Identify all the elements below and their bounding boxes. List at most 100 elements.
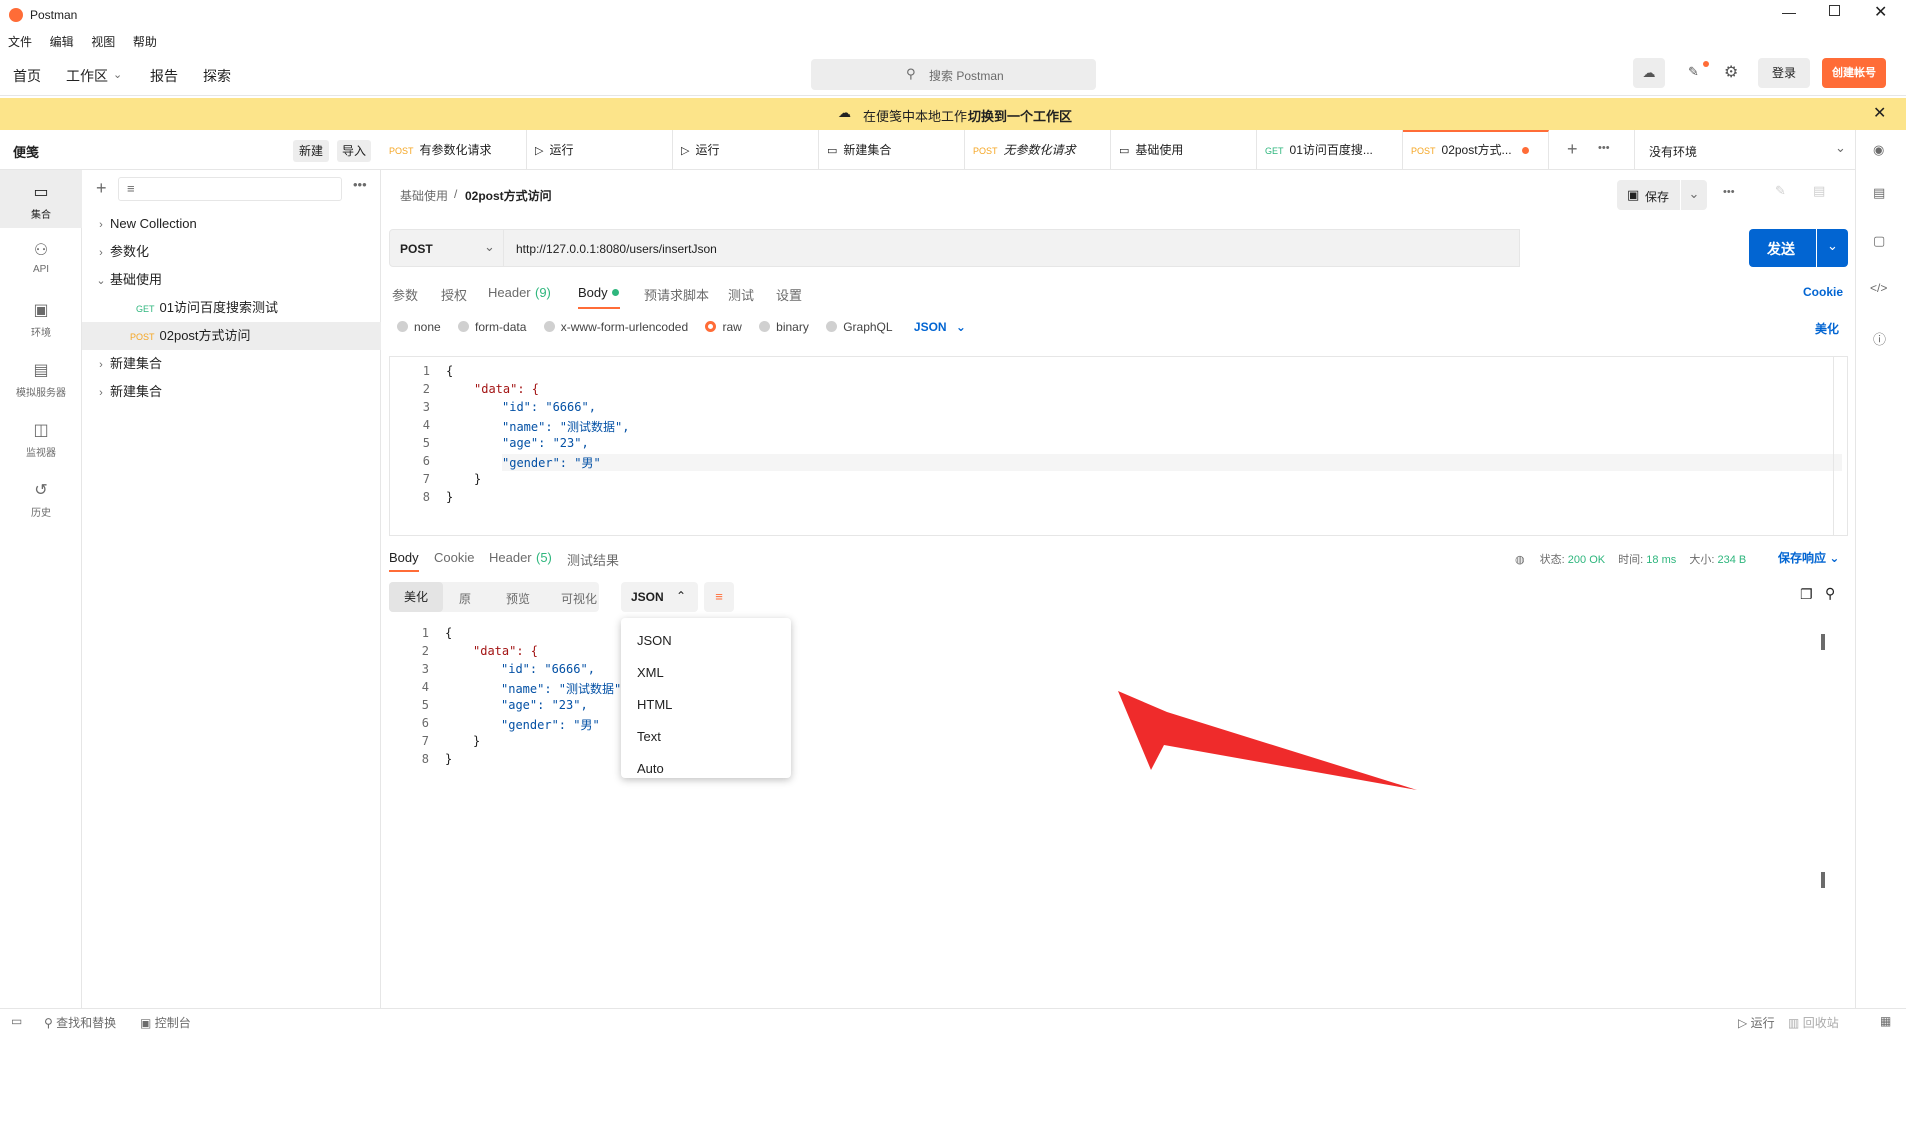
- body-format-select[interactable]: JSON ⌄: [914, 320, 966, 334]
- tab-more-icon[interactable]: •••: [1598, 142, 1610, 154]
- resp-tab-cookie[interactable]: Cookie: [434, 550, 474, 565]
- send-button[interactable]: 发送: [1749, 229, 1816, 267]
- find-replace-button[interactable]: ⚲ 查找和替换: [44, 1014, 116, 1031]
- comments-icon[interactable]: ▢: [1873, 233, 1885, 249]
- resp-tab-body[interactable]: Body: [389, 550, 419, 565]
- more-options-icon[interactable]: •••: [353, 177, 367, 192]
- tab-basic-usage[interactable]: ▭ 基础使用: [1111, 130, 1257, 170]
- cookie-link[interactable]: Cookie: [1803, 285, 1843, 299]
- eye-icon[interactable]: ◉: [1873, 142, 1884, 158]
- tab-auth[interactable]: 授权: [441, 285, 467, 304]
- dropdown-option-html[interactable]: HTML: [637, 697, 672, 712]
- cloud-sync-icon[interactable]: ☁: [1633, 58, 1665, 88]
- nav-explore[interactable]: 探索: [203, 66, 231, 86]
- maximize-icon[interactable]: [1829, 5, 1840, 16]
- documentation-icon[interactable]: ▤: [1873, 185, 1885, 201]
- satellite-icon[interactable]: ✎: [1688, 64, 1699, 80]
- tab-new-collection[interactable]: ▭ 新建集合: [819, 130, 965, 170]
- search-response-icon[interactable]: ⚲: [1825, 585, 1835, 602]
- tab-pre-request[interactable]: 预请求脚本: [644, 285, 709, 304]
- method-select[interactable]: POST ⌄: [389, 229, 504, 267]
- beautify-link[interactable]: 美化: [1815, 320, 1839, 337]
- code-icon[interactable]: </>: [1870, 281, 1887, 295]
- tree-request-post-active[interactable]: POST 02post方式访问: [82, 322, 381, 350]
- save-button[interactable]: ▣ 保存: [1617, 180, 1680, 210]
- tab-tests[interactable]: 测试: [728, 285, 754, 304]
- tab-post-noparam[interactable]: POST 无参数化请求: [965, 130, 1111, 170]
- menu-view[interactable]: 视图: [91, 35, 115, 49]
- tree-item-basic-usage[interactable]: ⌄ 基础使用: [82, 266, 381, 294]
- radio-urlencoded[interactable]: x-www-form-urlencoded: [543, 320, 688, 334]
- console-button[interactable]: ▣ 控制台: [140, 1014, 191, 1031]
- response-format-select[interactable]: JSON ⌃: [621, 582, 698, 612]
- tab-params[interactable]: 参数: [392, 285, 418, 304]
- environments-nav[interactable]: ▣ 环境: [0, 300, 82, 339]
- monitors-nav[interactable]: ◫ 监视器: [0, 420, 82, 459]
- switch-workspace-link[interactable]: 切换到一个工作区: [968, 106, 1072, 125]
- filter-input[interactable]: ≡: [118, 177, 342, 201]
- add-collection-icon[interactable]: +: [96, 178, 107, 199]
- copy-icon[interactable]: ❐: [1800, 586, 1813, 603]
- tab-post-active[interactable]: POST 02post方式...: [1403, 130, 1549, 170]
- tab-runner-2[interactable]: ▷ 运行: [673, 130, 819, 170]
- import-button[interactable]: 导入: [337, 140, 371, 162]
- nav-workspace[interactable]: 工作区: [66, 66, 108, 86]
- tree-item-new-collection[interactable]: › New Collection: [82, 210, 381, 238]
- tab-get-baidu[interactable]: GET 01访问百度搜...: [1257, 130, 1403, 170]
- editor-scrollbar[interactable]: [1833, 357, 1834, 535]
- save-response-button[interactable]: 保存响应 ⌄: [1778, 549, 1839, 566]
- trash-button[interactable]: ▥ 回收站: [1788, 1014, 1839, 1031]
- runner-button[interactable]: ▷ 运行: [1738, 1014, 1775, 1031]
- search-box[interactable]: ⚲ 搜索 Postman: [811, 59, 1096, 90]
- resp-tab-header[interactable]: Header: [489, 550, 532, 565]
- tab-runner-1[interactable]: ▷ 运行: [527, 130, 673, 170]
- radio-none[interactable]: none: [397, 320, 441, 334]
- api-nav[interactable]: ⚇ API: [0, 240, 82, 275]
- create-account-button[interactable]: 创建帐号: [1822, 58, 1886, 88]
- dropdown-option-xml[interactable]: XML: [637, 665, 664, 680]
- url-input[interactable]: http://127.0.0.1:8080/users/insertJson: [504, 229, 1520, 267]
- view-visualize[interactable]: 可视化: [561, 590, 597, 607]
- mock-servers-nav[interactable]: ▤ 模拟服务器: [0, 360, 82, 399]
- view-preview[interactable]: 预览: [506, 590, 530, 607]
- send-dropdown-icon[interactable]: ⌄: [1817, 229, 1848, 267]
- view-pretty[interactable]: 美化: [389, 582, 443, 612]
- breadcrumb-parent[interactable]: 基础使用: [400, 187, 448, 204]
- settings-gear-icon[interactable]: ⚙: [1724, 62, 1738, 82]
- tab-body[interactable]: Body: [578, 285, 608, 300]
- radio-graphql[interactable]: GraphQL: [826, 320, 893, 334]
- tree-item-new-collection-3[interactable]: › 新建集合: [82, 378, 381, 406]
- tab-settings[interactable]: 设置: [776, 285, 802, 304]
- breadcrumb-current[interactable]: 02post方式访问: [465, 187, 552, 204]
- request-more-icon[interactable]: •••: [1723, 186, 1735, 198]
- history-nav[interactable]: ↺ 历史: [0, 480, 82, 519]
- request-body-editor[interactable]: 1 2 3 4 5 6 7 8 { "data": { "id": "6666"…: [389, 356, 1848, 536]
- wrap-lines-icon[interactable]: ≡: [704, 582, 734, 612]
- tab-header[interactable]: Header: [488, 285, 531, 300]
- dropdown-option-auto[interactable]: Auto: [637, 761, 664, 776]
- info-icon[interactable]: ⓘ: [1873, 329, 1886, 348]
- menu-edit[interactable]: 编辑: [50, 35, 74, 49]
- new-tab-icon[interactable]: +: [1567, 139, 1578, 160]
- edit-icon[interactable]: ✎: [1775, 183, 1786, 199]
- radio-binary[interactable]: binary: [759, 320, 809, 334]
- menu-file[interactable]: 文件: [8, 35, 32, 49]
- close-window-icon[interactable]: ✕: [1874, 2, 1887, 22]
- resp-tab-test-results[interactable]: 测试结果: [567, 550, 619, 569]
- nav-home[interactable]: 首页: [13, 66, 41, 86]
- dropdown-option-text[interactable]: Text: [637, 729, 661, 744]
- tree-item-parameterize[interactable]: › 参数化: [82, 238, 381, 266]
- new-button[interactable]: 新建: [293, 140, 329, 162]
- radio-raw[interactable]: raw: [705, 320, 742, 334]
- nav-reports[interactable]: 报告: [150, 66, 178, 86]
- view-raw[interactable]: 原: [459, 590, 471, 607]
- minimize-icon[interactable]: —: [1782, 4, 1796, 20]
- save-dropdown-icon[interactable]: ⌄: [1681, 180, 1707, 210]
- tab-post-param[interactable]: POST 有参数化请求: [381, 130, 527, 170]
- toggle-sidebar-icon[interactable]: ▭: [11, 1014, 22, 1028]
- tree-item-new-collection-2[interactable]: › 新建集合: [82, 350, 381, 378]
- tree-request-get-baidu[interactable]: GET 01访问百度搜索测试: [82, 294, 381, 322]
- dropdown-option-json[interactable]: JSON: [637, 633, 672, 648]
- workspace-chevron-icon[interactable]: ⌄: [113, 68, 122, 81]
- environment-select[interactable]: 没有环境 ⌄: [1634, 130, 1855, 170]
